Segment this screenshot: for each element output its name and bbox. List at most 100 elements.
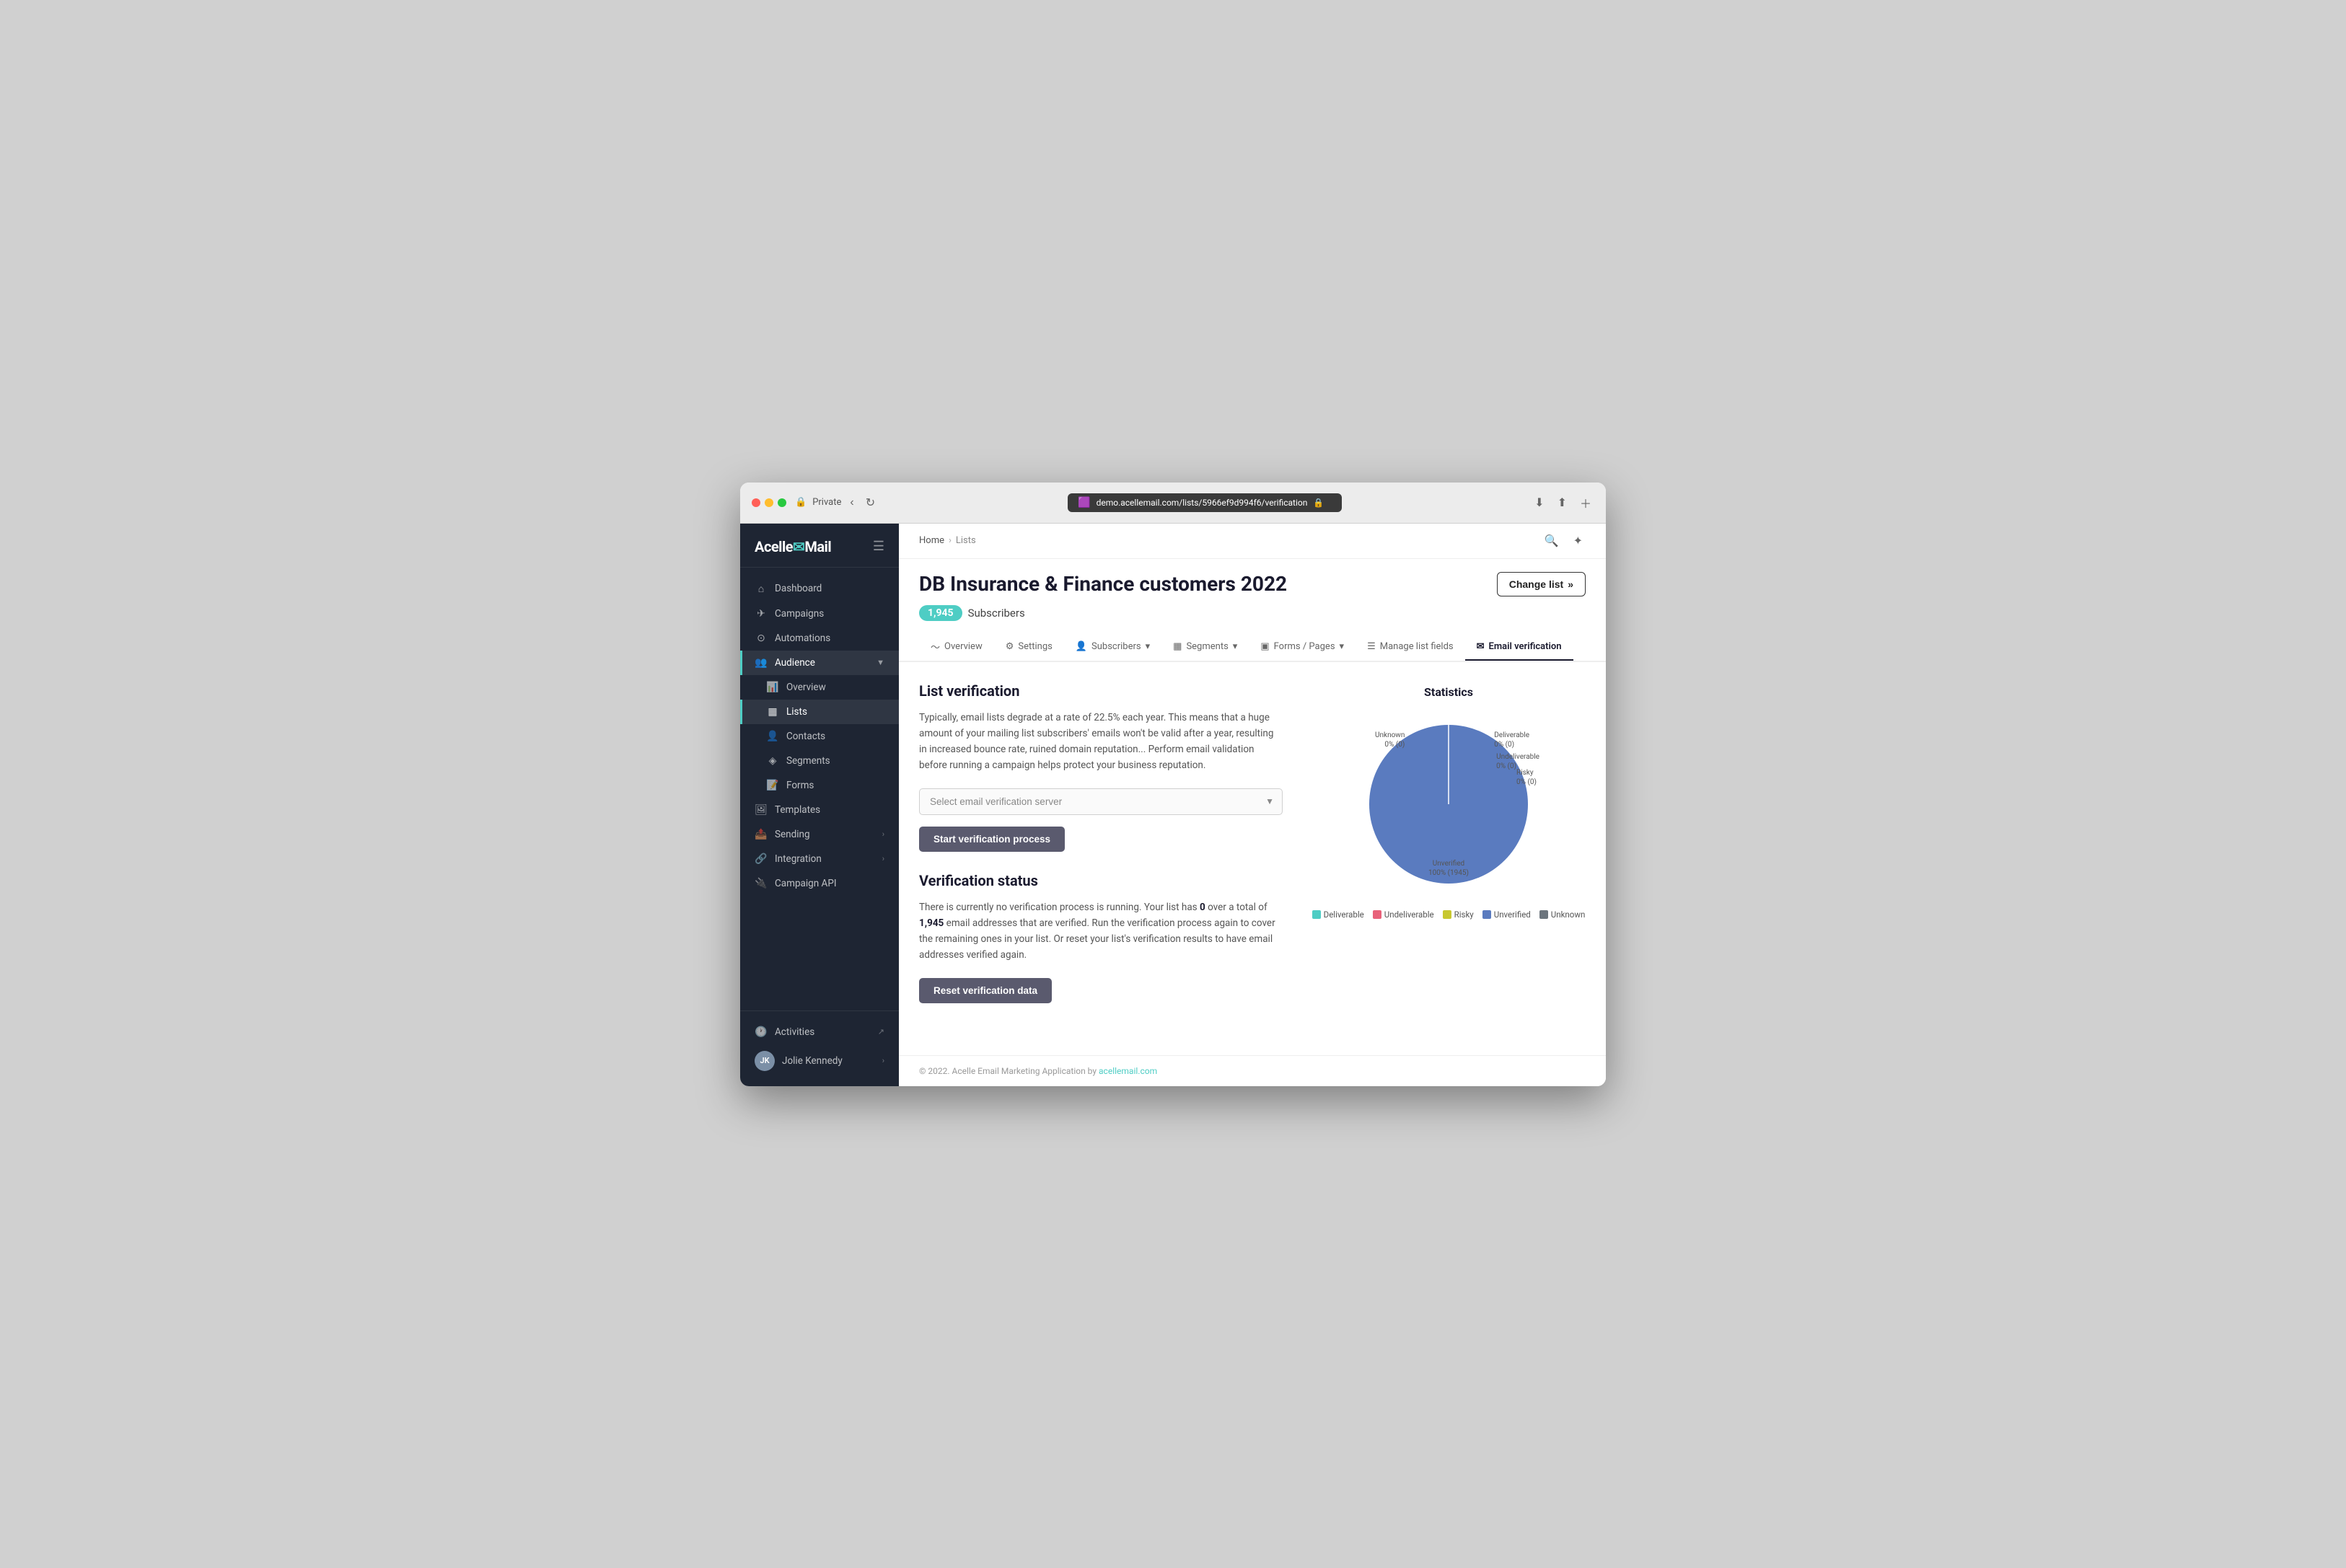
dashboard-icon: ⌂ [755,583,768,595]
sidebar-item-automations[interactable]: ⊙ Automations [740,626,899,651]
sidebar-item-lists[interactable]: ▦ Lists [740,700,899,724]
sidebar-item-forms[interactable]: 📝 Forms [740,773,899,798]
tab-manage-list-fields[interactable]: ☰ Manage list fields [1356,634,1465,661]
undeliverable-color [1373,910,1381,919]
tab-email-verification[interactable]: ✉ Email verification [1465,634,1573,661]
change-list-button[interactable]: Change list » [1497,572,1586,596]
back-button[interactable]: ‹ [847,493,856,512]
chart-title: Statistics [1312,685,1586,699]
main-content: Home › Lists 🔍 ✦ DB Insurance & Finance … [899,524,1606,1086]
share-button[interactable]: ⬆ [1555,491,1570,514]
search-button[interactable]: 🔍 [1542,531,1562,551]
sidebar-item-user[interactable]: JK Jolie Kennedy › [740,1044,899,1078]
tab-overview[interactable]: 〜 Overview [919,633,994,662]
chevron-right-icon: › [882,829,884,839]
sidebar-item-integration[interactable]: 🔗 Integration › [740,847,899,871]
sidebar-footer: 🕐 Activities ↗ JK Jolie Kennedy › [740,1010,899,1086]
legend-risky: Risky [1443,909,1474,920]
avatar: JK [755,1051,775,1071]
forms-tab-icon: ▣ [1260,641,1269,652]
browser-urlbar: 🟪 demo.acellemail.com/lists/5966ef9d994f… [887,493,1523,512]
close-button[interactable] [752,498,760,507]
page-title: DB Insurance & Finance customers 2022 [919,572,1287,596]
tab-forms-pages[interactable]: ▣ Forms / Pages ▾ [1249,634,1356,661]
legend-deliverable-label: Deliverable [1324,909,1364,920]
activities-icon: 🕐 [755,1026,768,1038]
fullscreen-button[interactable] [778,498,786,507]
sidebar-item-contacts[interactable]: 👤 Contacts [740,724,899,749]
segments-icon: ◈ [766,755,779,767]
tab-label: Forms / Pages [1274,641,1335,652]
page-header: DB Insurance & Finance customers 2022 Ch… [899,559,1606,596]
sidebar-item-label: Campaigns [775,608,824,620]
sidebar-item-overview[interactable]: 📊 Overview [740,675,899,700]
subscribers-badge: 1,945 Subscribers [899,596,1606,633]
sidebar-toggle-button[interactable]: ☰ [873,539,884,554]
chevron-down-icon: ▾ [1233,641,1238,652]
server-select[interactable]: Select email verification server [919,788,1283,815]
subscribers-count: 1,945 [919,605,962,621]
status-text-part1: There is currently no verification proce… [919,902,1200,913]
verified-count: 0 [1200,902,1205,913]
breadcrumb-home[interactable]: Home [919,535,944,546]
tab-segments[interactable]: ▦ Segments ▾ [1161,634,1249,661]
sending-icon: 📤 [755,829,768,840]
list-verification-title: List verification [919,682,1283,700]
automations-icon: ⊙ [755,633,768,644]
sidebar-item-activities[interactable]: 🕐 Activities ↗ [740,1020,899,1044]
forms-icon: 📝 [766,780,779,791]
minimize-button[interactable] [765,498,773,507]
sidebar-item-label: Segments [786,755,830,767]
chevron-down-icon: ▾ [1340,641,1345,652]
legend-risky-label: Risky [1454,909,1474,920]
breadcrumb-separator: › [949,535,952,546]
tab-label: Manage list fields [1380,641,1454,652]
start-verification-button[interactable]: Start verification process [919,827,1065,852]
browser-titlebar: 🔒 Private ‹ ↻ 🟪 demo.acellemail.com/list… [740,483,1606,524]
tab-settings[interactable]: ⚙ Settings [994,634,1064,661]
verification-status-text: There is currently no verification proce… [919,899,1283,964]
status-text-part2: over a total of [1205,902,1268,913]
chevron-right-icon: » [1568,578,1573,590]
sidebar-item-templates[interactable]: 🖼 Templates [740,798,899,822]
chevron-right-icon: › [882,1056,884,1065]
chevron-down-icon: ▼ [877,658,884,667]
unknown-color [1539,910,1548,919]
sidebar-item-label: Audience [775,657,815,669]
downloads-button[interactable]: ⬇ [1532,491,1547,514]
browser-nav: 🔒 Private ‹ ↻ [795,493,878,513]
campaigns-icon: ✈ [755,608,768,620]
unverified-color [1482,910,1491,919]
sidebar-item-campaigns[interactable]: ✈ Campaigns [740,602,899,626]
deliverable-color [1312,910,1321,919]
settings-icon-button[interactable]: ✦ [1570,531,1586,551]
campaign-api-icon: 🔌 [755,878,768,889]
list-verification-description: Typically, email lists degrade at a rate… [919,710,1283,774]
templates-icon: 🖼 [755,804,768,816]
footer-link[interactable]: acellemail.com [1099,1066,1157,1076]
sidebar-item-segments[interactable]: ◈ Segments [740,749,899,773]
url-bar[interactable]: 🟪 demo.acellemail.com/lists/5966ef9d994f… [1068,493,1342,512]
tab-label: Subscribers [1091,641,1141,652]
sidebar-navigation: ⌂ Dashboard ✈ Campaigns ⊙ Automations 👥 … [740,568,899,1010]
sidebar-item-campaign-api[interactable]: 🔌 Campaign API [740,871,899,896]
sidebar-item-label: Sending [775,829,810,840]
sidebar-item-label: Automations [775,633,830,644]
tab-label: Settings [1018,641,1052,652]
sidebar-item-audience[interactable]: 👥 Audience ▼ [740,651,899,675]
private-icon: 🔒 [795,497,807,508]
overview-icon: 📊 [766,682,779,693]
sidebar-item-dashboard[interactable]: ⌂ Dashboard [740,576,899,602]
tab-label: Segments [1186,641,1228,652]
legend-unknown: Unknown [1539,909,1586,920]
right-panel: Statistics Unknown0% (0) [1312,682,1586,1035]
reset-verification-button[interactable]: Reset verification data [919,978,1052,1003]
unknown-label: Unknown0% (0) [1375,731,1405,749]
refresh-button[interactable]: ↻ [863,493,878,513]
sidebar-item-sending[interactable]: 📤 Sending › [740,822,899,847]
lists-icon: ▦ [766,706,779,718]
top-actions: 🔍 ✦ [1542,531,1586,551]
tab-subscribers[interactable]: 👤 Subscribers ▾ [1064,634,1161,661]
new-tab-button[interactable]: ＋ [1577,491,1594,514]
segments-tab-icon: ▦ [1173,641,1182,652]
